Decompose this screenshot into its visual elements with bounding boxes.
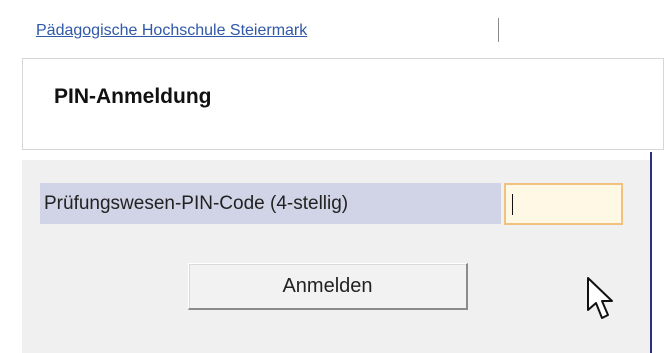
form-panel-border [650, 152, 652, 353]
header-link-wrap: Pädagogische Hochschule Steiermark [36, 20, 307, 58]
mouse-pointer-icon [587, 277, 613, 319]
text-caret [512, 194, 513, 215]
pin-label-band: Prüfungswesen-PIN-Code (4-stellig) [40, 183, 501, 224]
hochschule-link[interactable]: Pädagogische Hochschule Steiermark [36, 20, 307, 40]
page-title: PIN-Anmeldung [54, 85, 212, 108]
login-button[interactable]: Anmelden [188, 263, 468, 310]
pin-input[interactable] [504, 183, 623, 225]
pin-label: Prüfungswesen-PIN-Code (4-stellig) [44, 192, 349, 214]
header-divider [498, 18, 499, 42]
